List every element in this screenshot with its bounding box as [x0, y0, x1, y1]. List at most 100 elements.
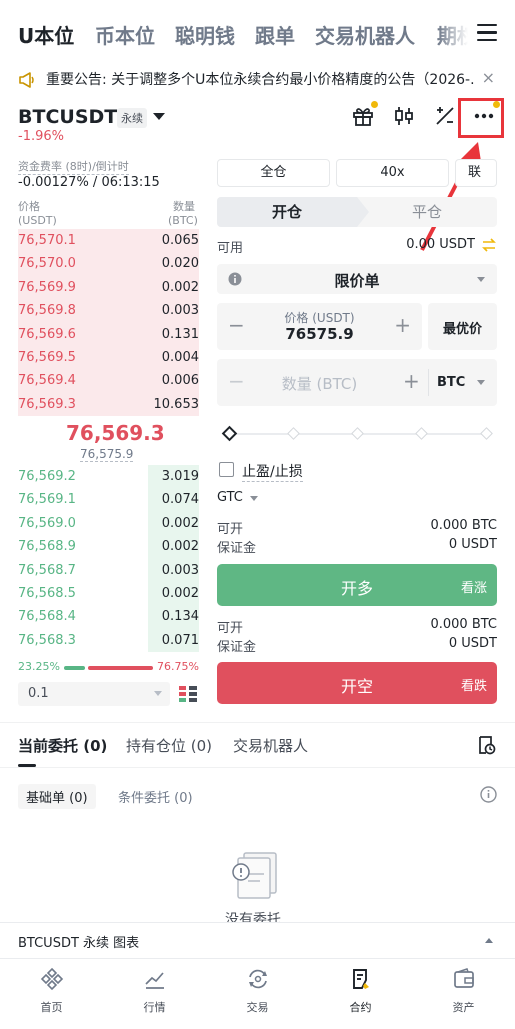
slider-mark-25[interactable]: [287, 427, 300, 440]
tab-positions[interactable]: 持有仓位 (0): [126, 735, 212, 756]
tpsl-label[interactable]: 止盈/止损: [242, 461, 303, 482]
buy-ratio-bar: [64, 666, 85, 670]
ask-row[interactable]: 76,569.8 0.003: [18, 299, 199, 323]
gift-icon[interactable]: [351, 104, 375, 128]
bid-qty: 0.002: [161, 539, 199, 555]
nav-assets[interactable]: 资产: [412, 959, 515, 1029]
best-price-button[interactable]: 最优价: [428, 303, 497, 350]
margin-mode-button[interactable]: 全仓: [217, 159, 330, 187]
slider-mark-100[interactable]: [480, 427, 493, 440]
bid-price: 76,568.3: [18, 632, 76, 648]
qty-increase-button[interactable]: +: [403, 369, 420, 393]
asset-mode-button[interactable]: 联: [455, 159, 497, 187]
subtab-basic-orders[interactable]: 基础单 (0): [18, 784, 96, 809]
divider: [428, 369, 429, 396]
long-max-open-value: 0.000 BTC: [430, 518, 497, 533]
chevron-up-icon[interactable]: [485, 938, 493, 943]
price-label: 价格 (USDT): [284, 311, 355, 325]
tab-open-orders[interactable]: 当前委托 (0): [18, 735, 107, 756]
best-price-label: 最优价: [442, 322, 482, 337]
order-type-select[interactable]: 限价单: [217, 264, 497, 294]
depth-step-select[interactable]: 0.1: [18, 682, 170, 706]
tab-usdm[interactable]: U本位: [18, 20, 74, 49]
slider-mark-75[interactable]: [415, 427, 428, 440]
tpsl-checkbox[interactable]: [219, 462, 234, 477]
chart-bar[interactable]: BTCUSDT 永续 图表: [0, 922, 515, 958]
ask-price: 76,569.6: [18, 326, 76, 342]
ask-row[interactable]: 76,570.0 0.020: [18, 252, 199, 276]
chevron-down-icon: [477, 380, 485, 385]
ask-row[interactable]: 76,569.5 0.004: [18, 346, 199, 370]
bid-row[interactable]: 76,568.4 0.134: [18, 605, 199, 629]
bid-price: 76,568.7: [18, 562, 76, 578]
long-margin-value: 0 USDT: [448, 537, 497, 552]
nav-home[interactable]: 首页: [0, 959, 103, 1029]
candlestick-icon[interactable]: [392, 104, 416, 128]
symbol-name[interactable]: BTCUSDT: [18, 106, 117, 128]
transfer-icon[interactable]: [481, 237, 497, 253]
bottom-nav: 首页 行情 交易 合约 资产: [0, 958, 515, 1029]
announcement-bar[interactable]: 重要公告: 关于调整多个U本位永续合约最小价格精度的公告（2026-... ×: [0, 64, 515, 94]
announcement-text[interactable]: 重要公告: 关于调整多个U本位永续合约最小价格精度的公告（2026-...: [46, 69, 476, 89]
order-history-icon[interactable]: [476, 735, 496, 755]
nav-futures[interactable]: 合约: [309, 959, 412, 1029]
ask-qty: 10.653: [153, 396, 200, 412]
futures-icon: [353, 969, 369, 989]
menu-icon[interactable]: [477, 24, 497, 42]
orderbook-layout-icon[interactable]: [178, 684, 198, 704]
tab-smart-money[interactable]: 聪明钱: [175, 20, 235, 49]
chevron-down-icon: [250, 496, 258, 501]
bid-row[interactable]: 76,568.3 0.071: [18, 628, 199, 653]
ask-row[interactable]: 76,569.3 10.653: [18, 392, 200, 417]
orderbook-price-unit: (USDT): [18, 214, 57, 227]
tab-close[interactable]: 平仓: [357, 197, 497, 227]
open-short-button[interactable]: 开空 看跌: [217, 662, 497, 704]
bid-row[interactable]: 76,569.0 0.002: [18, 511, 199, 536]
price-increase-button[interactable]: +: [394, 313, 411, 337]
tif-select[interactable]: GTC: [217, 490, 243, 505]
info-icon[interactable]: [480, 786, 497, 803]
quantity-input[interactable]: − 数量 (BTC) + BTC: [217, 359, 497, 406]
bid-row[interactable]: 76,569.1 0.074: [18, 488, 199, 512]
nav-markets[interactable]: 行情: [103, 959, 206, 1029]
close-icon[interactable]: ×: [482, 68, 495, 87]
ask-qty: 0.131: [161, 326, 199, 342]
ask-row[interactable]: 76,569.4 0.006: [18, 369, 199, 393]
slider-mark-50[interactable]: [351, 427, 364, 440]
ask-row[interactable]: 76,570.1 0.065: [18, 229, 199, 253]
bid-price: 76,568.9: [18, 539, 76, 555]
slider-handle[interactable]: [221, 425, 238, 442]
bid-qty: 3.019: [161, 469, 199, 484]
bid-qty: 0.002: [161, 515, 199, 531]
mark-price[interactable]: 76,575.9: [80, 447, 134, 462]
symbol-dropdown-icon[interactable]: [153, 113, 165, 120]
tab-coinm[interactable]: 币本位: [95, 20, 155, 49]
orderbook-qty-unit: (BTC): [168, 214, 198, 227]
open-long-button[interactable]: 开多 看涨: [217, 564, 497, 606]
ask-price: 76,569.8: [18, 303, 76, 319]
ask-price: 76,569.3: [18, 396, 76, 412]
bid-row[interactable]: 76,568.9 0.002: [18, 535, 199, 559]
subtab-conditional-orders[interactable]: 条件委托 (0): [110, 784, 201, 809]
tab-copy-trading[interactable]: 跟单: [255, 20, 295, 49]
short-max-open-value: 0.000 BTC: [430, 617, 497, 632]
tab-bots[interactable]: 交易机器人: [233, 735, 308, 756]
bid-row[interactable]: 76,568.5 0.002: [18, 582, 199, 606]
funding-rate-label[interactable]: 资金费率 (8时)/倒计时: [18, 158, 129, 175]
tab-trading-bots[interactable]: 交易机器人: [315, 20, 415, 49]
price-input[interactable]: − 价格 (USDT) 76575.9 +: [217, 303, 422, 350]
ask-row[interactable]: 76,569.6 0.131: [18, 322, 199, 346]
bid-row[interactable]: 76,569.2 3.019: [18, 465, 199, 489]
nav-trade[interactable]: 交易: [206, 959, 309, 1029]
tab-open[interactable]: 开仓: [217, 197, 357, 227]
qty-unit-select[interactable]: BTC: [437, 375, 465, 390]
ask-row[interactable]: 76,569.9 0.002: [18, 275, 199, 300]
bid-row[interactable]: 76,568.7 0.003: [18, 558, 199, 582]
bid-price: 76,569.2: [18, 469, 76, 484]
top-tab-bar: U本位 币本位 聪明钱 跟单 交易机器人 期权: [0, 0, 515, 64]
leverage-button[interactable]: 40x: [336, 159, 449, 187]
short-margin-value: 0 USDT: [448, 636, 497, 651]
calculator-icon[interactable]: [433, 104, 457, 128]
gift-notification-dot: [371, 101, 378, 108]
open-long-label: 开多: [340, 579, 373, 598]
